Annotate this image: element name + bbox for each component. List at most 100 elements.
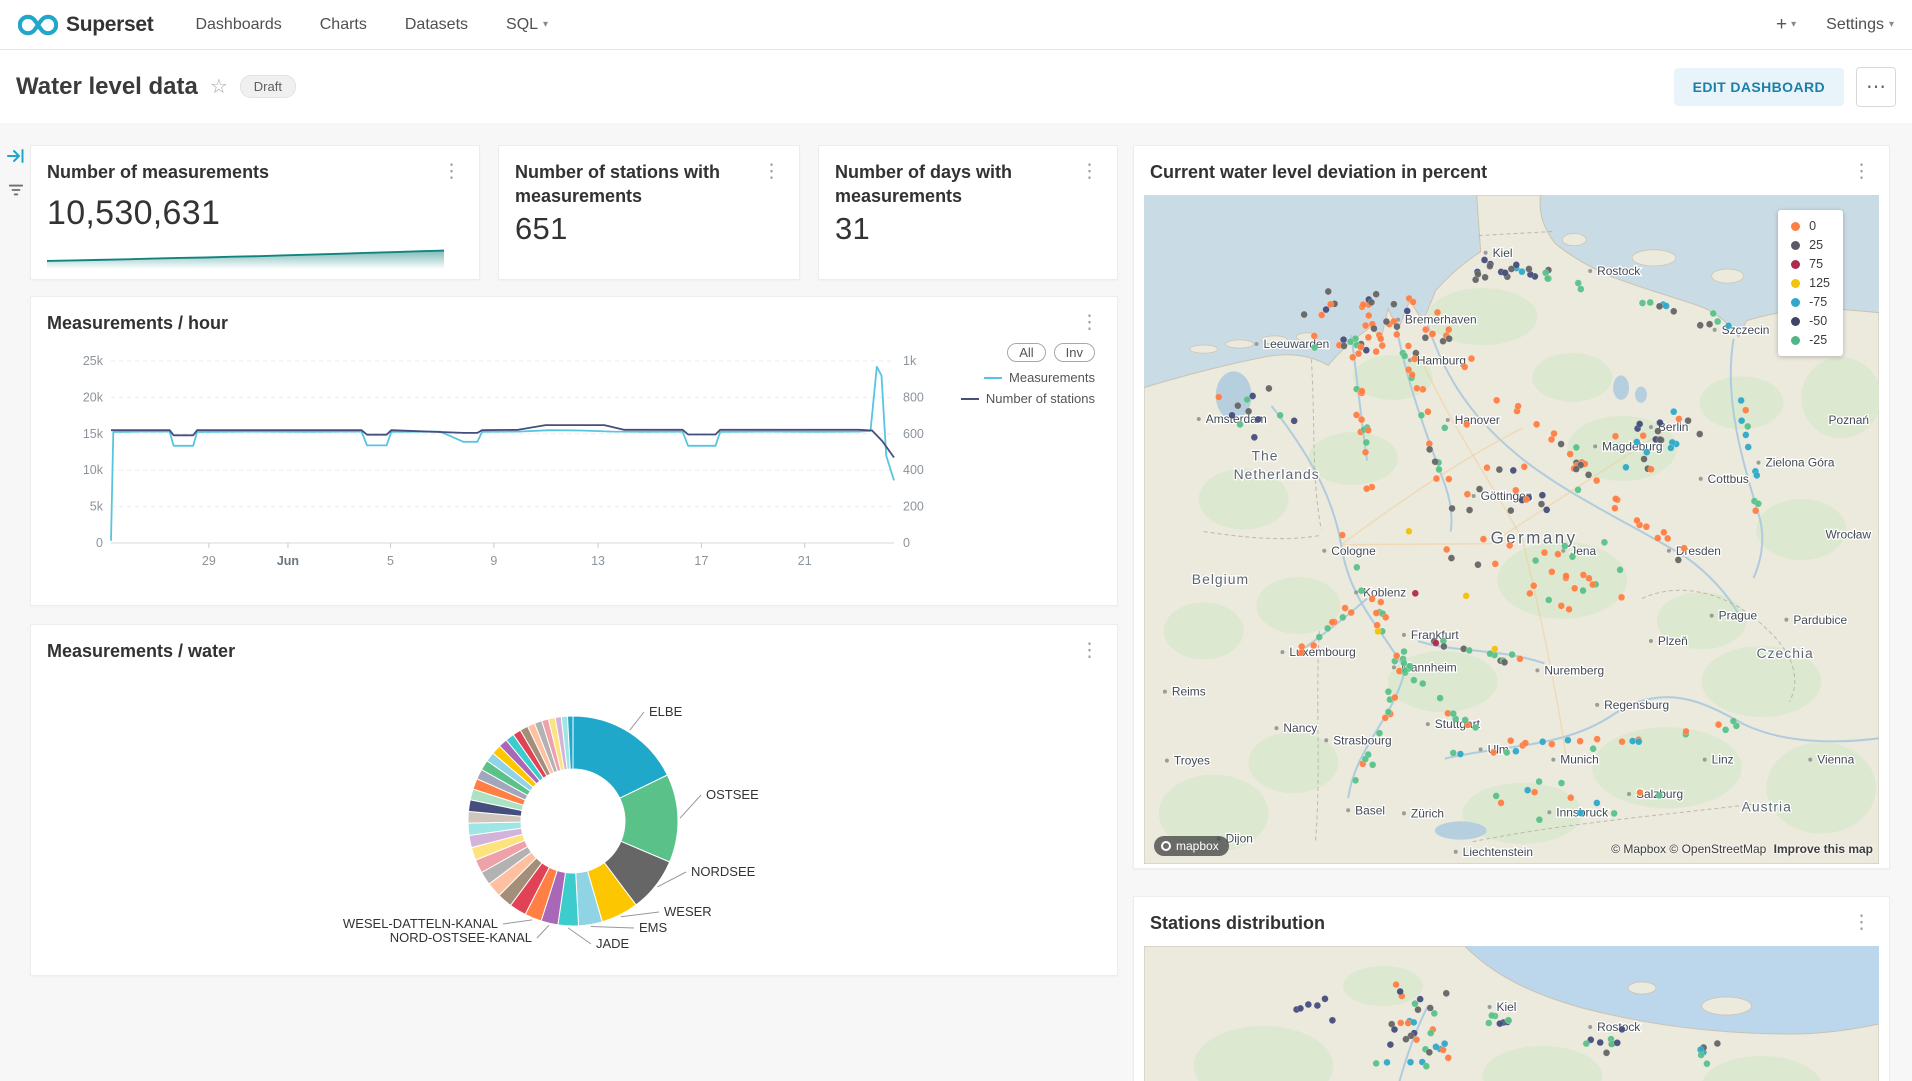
kpi-value: 31	[819, 209, 1117, 247]
svg-text:Strasbourg: Strasbourg	[1333, 733, 1391, 747]
kebab-menu-icon[interactable]: ⋮	[760, 160, 783, 183]
attr-mapbox[interactable]: © Mapbox	[1611, 842, 1666, 856]
svg-text:25k: 25k	[83, 354, 104, 368]
water-donut-chart[interactable]: ELBEOSTSEENORDSEEWESEREMSJADENORD-OSTSEE…	[47, 671, 1097, 971]
svg-text:Austria: Austria	[1742, 798, 1792, 814]
map-legend-item: -75	[1791, 295, 1830, 309]
svg-text:Cologne: Cologne	[1331, 544, 1376, 558]
svg-text:Hamburg: Hamburg	[1417, 353, 1466, 367]
new-item-button[interactable]: + ▾	[1776, 14, 1796, 36]
svg-text:15k: 15k	[83, 427, 104, 441]
svg-text:17: 17	[694, 554, 708, 568]
svg-text:400: 400	[903, 463, 924, 477]
kpi-title: Number of measurements	[47, 160, 440, 184]
chart-card-measurements-hour: Measurements / hour ⋮ 05k10k15k20k25k020…	[30, 296, 1118, 606]
filter-icon[interactable]	[7, 182, 25, 198]
kpi-card-days: Number of days with measurements ⋮ 31	[818, 145, 1118, 280]
nav-datasets[interactable]: Datasets	[405, 16, 468, 34]
svg-text:Dijon: Dijon	[1226, 832, 1253, 846]
kpi-title: Number of days with measurements	[835, 160, 1078, 209]
svg-text:200: 200	[903, 500, 924, 514]
map-legend-item: 125	[1791, 276, 1830, 290]
map-legend-item: 25	[1791, 238, 1830, 252]
legend-inv-button[interactable]: Inv	[1054, 343, 1095, 362]
svg-text:Regensburg: Regensburg	[1604, 698, 1669, 712]
mapbox-logo[interactable]: mapbox	[1154, 836, 1229, 856]
svg-text:Belgium: Belgium	[1192, 571, 1249, 587]
nav-sql-label: SQL	[506, 16, 538, 34]
svg-text:Liechtenstein: Liechtenstein	[1463, 845, 1533, 859]
deviation-map[interactable]: GermanyTheNetherlandsBelgiumAustriaCzech…	[1144, 195, 1879, 864]
svg-text:WESER: WESER	[664, 904, 712, 919]
expand-filter-bar-icon[interactable]	[6, 146, 26, 166]
svg-text:Nancy: Nancy	[1283, 721, 1317, 735]
chart-card-deviation-map: Current water level deviation in percent…	[1133, 145, 1890, 869]
nav-dashboards[interactable]: Dashboards	[195, 16, 281, 34]
svg-text:OSTSEE: OSTSEE	[706, 787, 759, 802]
kebab-menu-icon[interactable]: ⋮	[440, 160, 463, 183]
improve-map-link[interactable]: Improve this map	[1774, 842, 1873, 856]
svg-text:600: 600	[903, 427, 924, 441]
svg-text:ELBE: ELBE	[649, 704, 683, 719]
svg-text:EMS: EMS	[639, 920, 668, 935]
superset-logo[interactable]: Superset	[18, 13, 153, 37]
chart-card-stations-map: Stations distribution ⋮ KielRostock	[1133, 896, 1890, 1081]
svg-text:29: 29	[202, 554, 216, 568]
svg-text:Wrocław: Wrocław	[1825, 528, 1871, 542]
stations-map[interactable]: KielRostock	[1144, 946, 1879, 1081]
nav-menu: Dashboards Charts Datasets SQL ▾	[195, 16, 548, 34]
attr-osm[interactable]: © OpenStreetMap	[1669, 842, 1766, 856]
svg-text:Linz: Linz	[1712, 753, 1734, 767]
top-navbar: Superset Dashboards Charts Datasets SQL …	[0, 0, 1912, 50]
nav-sql[interactable]: SQL ▾	[506, 16, 548, 34]
svg-text:0: 0	[96, 536, 103, 550]
svg-text:Vienna: Vienna	[1817, 753, 1854, 767]
favorite-star-icon[interactable]: ☆	[210, 74, 228, 99]
edit-dashboard-button[interactable]: EDIT DASHBOARD	[1674, 68, 1844, 106]
hour-chart-legend: All Inv Measurements Number of stations	[961, 343, 1095, 406]
map-legend-item: 0	[1791, 219, 1830, 233]
svg-text:Reims: Reims	[1172, 685, 1206, 699]
svg-text:Troyes: Troyes	[1174, 754, 1210, 768]
nav-right: + ▾ Settings ▾	[1776, 14, 1894, 36]
settings-menu[interactable]: Settings ▾	[1826, 16, 1894, 34]
kebab-menu-icon[interactable]: ⋮	[1850, 160, 1873, 183]
svg-text:Rostock: Rostock	[1597, 264, 1641, 278]
mapbox-ring-icon	[1161, 841, 1171, 851]
kpi-trend-sparkline	[47, 231, 444, 269]
svg-text:The: The	[1252, 447, 1279, 463]
kebab-menu-icon[interactable]: ⋮	[1850, 911, 1873, 934]
legend-item[interactable]: Number of stations	[961, 391, 1095, 406]
more-options-button[interactable]: ⋯	[1856, 67, 1896, 107]
svg-text:JADE: JADE	[596, 936, 630, 951]
status-badge: Draft	[240, 75, 296, 98]
svg-text:Plzeň: Plzeň	[1658, 634, 1688, 648]
kpi-card-measurements: Number of measurements ⋮ 10,530,631	[30, 145, 480, 280]
svg-text:800: 800	[903, 390, 924, 404]
svg-text:13: 13	[591, 554, 605, 568]
svg-text:10k: 10k	[83, 463, 104, 477]
svg-text:Kiel: Kiel	[1497, 1000, 1517, 1014]
svg-text:Pardubice: Pardubice	[1793, 613, 1847, 627]
kebab-menu-icon[interactable]: ⋮	[1078, 160, 1101, 183]
svg-text:9: 9	[490, 554, 497, 568]
kebab-menu-icon[interactable]: ⋮	[1078, 639, 1101, 662]
kebab-menu-icon[interactable]: ⋮	[1078, 311, 1101, 334]
svg-text:0: 0	[903, 536, 910, 550]
chevron-down-icon: ▾	[1791, 19, 1796, 30]
svg-text:1k: 1k	[903, 354, 917, 368]
kpi-value: 10,530,631	[31, 184, 479, 233]
svg-text:Czechia: Czechia	[1757, 645, 1814, 661]
chart-title: Current water level deviation in percent	[1150, 160, 1850, 184]
svg-text:Zürich: Zürich	[1411, 806, 1444, 820]
svg-text:Nuremberg: Nuremberg	[1544, 663, 1604, 677]
nav-charts[interactable]: Charts	[320, 16, 367, 34]
kpi-title: Number of stations with measurements	[515, 160, 760, 209]
legend-all-button[interactable]: All	[1007, 343, 1045, 362]
map-color-legend: 02575125-75-50-25	[1778, 210, 1843, 356]
svg-text:WESEL-DATTELN-KANAL: WESEL-DATTELN-KANAL	[343, 916, 498, 931]
kpi-value: 651	[499, 209, 799, 247]
legend-item[interactable]: Measurements	[984, 370, 1095, 385]
svg-text:Prague: Prague	[1719, 609, 1758, 623]
chart-card-measurements-water: Measurements / water ⋮ ELBEOSTSEENORDSEE…	[30, 624, 1118, 976]
